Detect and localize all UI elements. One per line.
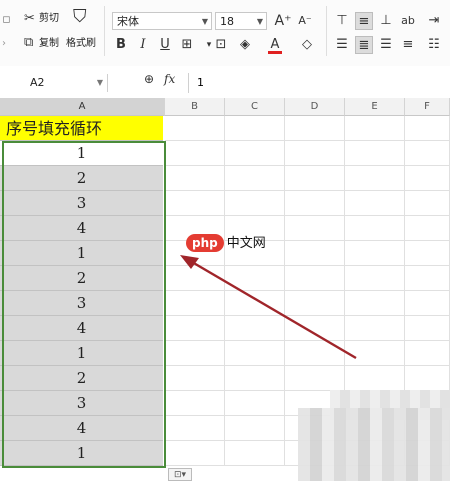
pixelated-region [298,408,450,481]
arrow-head [180,255,199,269]
paste-options-icon[interactable]: ⊡▾ [168,468,192,481]
arrow-shaft [191,260,357,360]
